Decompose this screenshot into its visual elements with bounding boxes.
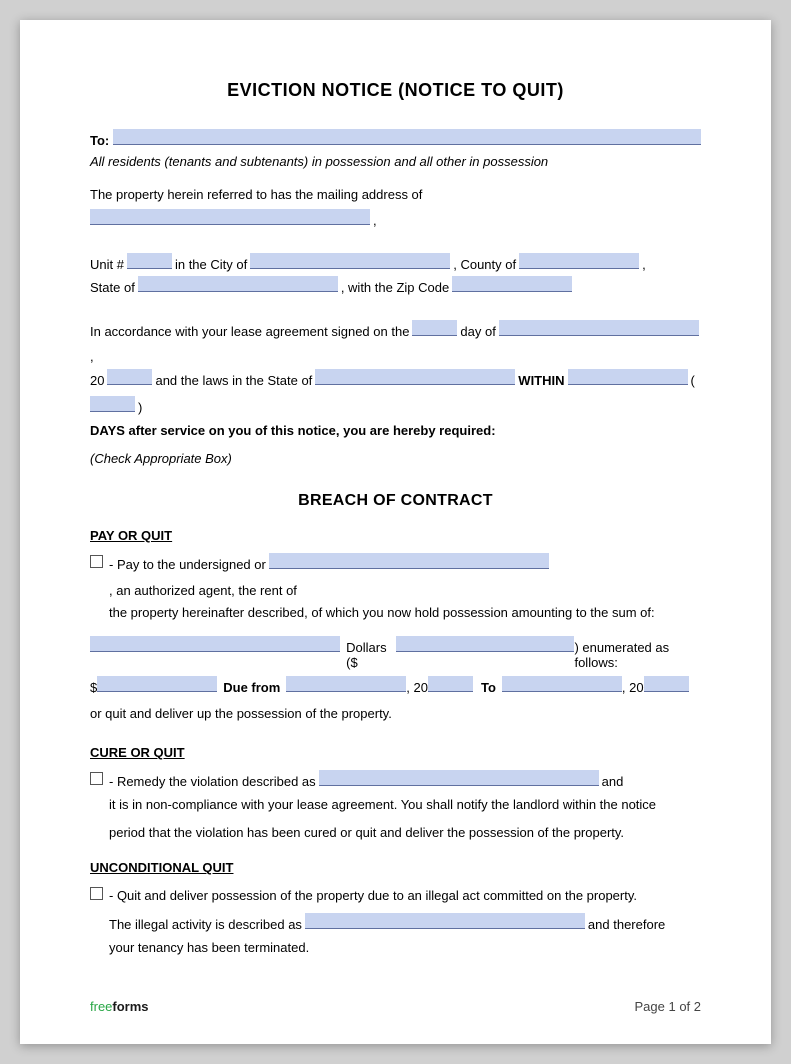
cure-row3: period that the violation has been cured… <box>109 822 701 844</box>
dollars-amount-field[interactable] <box>396 636 575 652</box>
due-year2-field[interactable] <box>644 676 689 692</box>
breach-title: BREACH OF CONTRACT <box>90 492 701 510</box>
state-field[interactable] <box>138 276 338 292</box>
laws-state-field[interactable] <box>315 369 515 385</box>
dollars-label: Dollars ($ <box>346 640 396 670</box>
due-amount-field[interactable] <box>97 676 217 692</box>
italic-residents-line: All residents (tenants and subtenants) i… <box>90 154 701 169</box>
cure-row1: - Remedy the violation described as and <box>109 770 701 794</box>
cure-text1: - Remedy the violation described as <box>109 771 316 794</box>
to-field[interactable] <box>113 129 701 145</box>
lease-row1: In accordance with your lease agreement … <box>90 320 701 370</box>
due-year1-field[interactable] <box>428 676 473 692</box>
document-page: EVICTION NOTICE (NOTICE TO QUIT) To: All… <box>20 20 771 1044</box>
unconditional-checkbox[interactable] <box>90 887 103 900</box>
lease-month-field[interactable] <box>499 320 699 336</box>
address-field[interactable] <box>90 209 370 225</box>
dollars-close: ) enumerated as follows: <box>574 640 701 670</box>
unconditional-checkbox-row: - Quit and deliver possession of the pro… <box>90 885 701 965</box>
unconditional-quit-title: UNCONDITIONAL QUIT <box>90 860 701 875</box>
county-field[interactable] <box>519 253 639 269</box>
day-label: day of <box>460 321 495 344</box>
illegal-row: The illegal activity is described as and… <box>109 913 701 937</box>
pay-row2: the property hereinafter described, of w… <box>109 602 701 624</box>
due-to-field[interactable] <box>502 676 622 692</box>
pay-or-quit-checkbox[interactable] <box>90 555 103 568</box>
paren-open: ( <box>691 370 695 393</box>
dollars-row: Dollars ($ ) enumerated as follows: <box>90 636 701 670</box>
tenancy-text: your tenancy has been terminated. <box>109 937 701 959</box>
due-twenty2: , 20 <box>622 680 644 695</box>
within-days-field[interactable] <box>568 369 688 385</box>
cure-text2: and <box>602 771 624 794</box>
pay-text2: , an authorized agent, the rent of <box>109 580 297 603</box>
lease-day-field[interactable] <box>412 320 457 336</box>
check-label: (Check Appropriate Box) <box>90 448 701 470</box>
comma1: , <box>373 209 377 232</box>
lease-row2: 20 and the laws in the State of WITHIN (… <box>90 369 701 420</box>
page-number: Page 1 of 2 <box>635 999 702 1014</box>
zip-field[interactable] <box>452 276 572 292</box>
unconditional-text: - Quit and deliver possession of the pro… <box>109 885 701 907</box>
due-row: $ Due from , 20 To , 20 <box>90 676 701 695</box>
within-label: WITHIN <box>518 370 564 393</box>
brand: freeforms <box>90 999 149 1014</box>
unit-label: Unit # <box>90 253 124 276</box>
paren-close: ) <box>138 397 142 420</box>
dollars-words-field[interactable] <box>90 636 340 652</box>
illegal-text2: and therefore <box>588 914 665 937</box>
lease-intro-text: In accordance with your lease agreement … <box>90 321 409 344</box>
brand-forms: forms <box>112 999 148 1014</box>
state-label: State of <box>90 276 135 299</box>
address-block: The property herein referred to has the … <box>90 183 701 233</box>
zip-label: , with the Zip Code <box>341 276 449 299</box>
pay-row1: - Pay to the undersigned or , an authori… <box>109 553 701 603</box>
document-title: EVICTION NOTICE (NOTICE TO QUIT) <box>90 80 701 101</box>
to-label: To: <box>90 133 109 148</box>
pay-or-quit-checkbox-row: - Pay to the undersigned or , an authori… <box>90 553 701 631</box>
unit-city-row: Unit # in the City of , County of , <box>90 253 701 276</box>
city-field[interactable] <box>250 253 450 269</box>
due-dollar: $ <box>90 680 97 695</box>
due-twenty1: , 20 <box>406 680 428 695</box>
cure-row2: it is in non-compliance with your lease … <box>109 794 701 816</box>
brand-free: free <box>90 999 112 1014</box>
lease-year-field[interactable] <box>107 369 152 385</box>
due-from-label: Due from <box>223 680 280 695</box>
quit-deliver-text: or quit and deliver up the possession of… <box>90 703 701 725</box>
illegal-text1: The illegal activity is described as <box>109 914 302 937</box>
due-from-field[interactable] <box>286 676 406 692</box>
illegal-activity-field[interactable] <box>305 913 585 929</box>
city-label: in the City of <box>175 253 247 276</box>
comma2: , <box>642 253 646 276</box>
cure-checkbox-row: - Remedy the violation described as and … <box>90 770 701 850</box>
county-label: , County of <box>453 253 516 276</box>
pay-text1: - Pay to the undersigned or <box>109 554 266 577</box>
twenty-label: 20 <box>90 370 104 393</box>
address-intro-text: The property herein referred to has the … <box>90 183 422 206</box>
paren-field[interactable] <box>90 396 135 412</box>
laws-label: and the laws in the State of <box>155 370 312 393</box>
pay-agent-field[interactable] <box>269 553 549 569</box>
pay-or-quit-title: PAY OR QUIT <box>90 528 701 543</box>
cure-violation-field[interactable] <box>319 770 599 786</box>
days-text: DAYS after service on you of this notice… <box>90 420 701 442</box>
comma3: , <box>90 346 94 369</box>
unit-field[interactable] <box>127 253 172 269</box>
footer: freeforms Page 1 of 2 <box>90 999 701 1014</box>
state-zip-row: State of , with the Zip Code <box>90 276 701 299</box>
to-label2: To <box>481 680 496 695</box>
to-line: To: <box>90 129 701 148</box>
cure-checkbox[interactable] <box>90 772 103 785</box>
cure-or-quit-title: CURE OR QUIT <box>90 745 701 760</box>
